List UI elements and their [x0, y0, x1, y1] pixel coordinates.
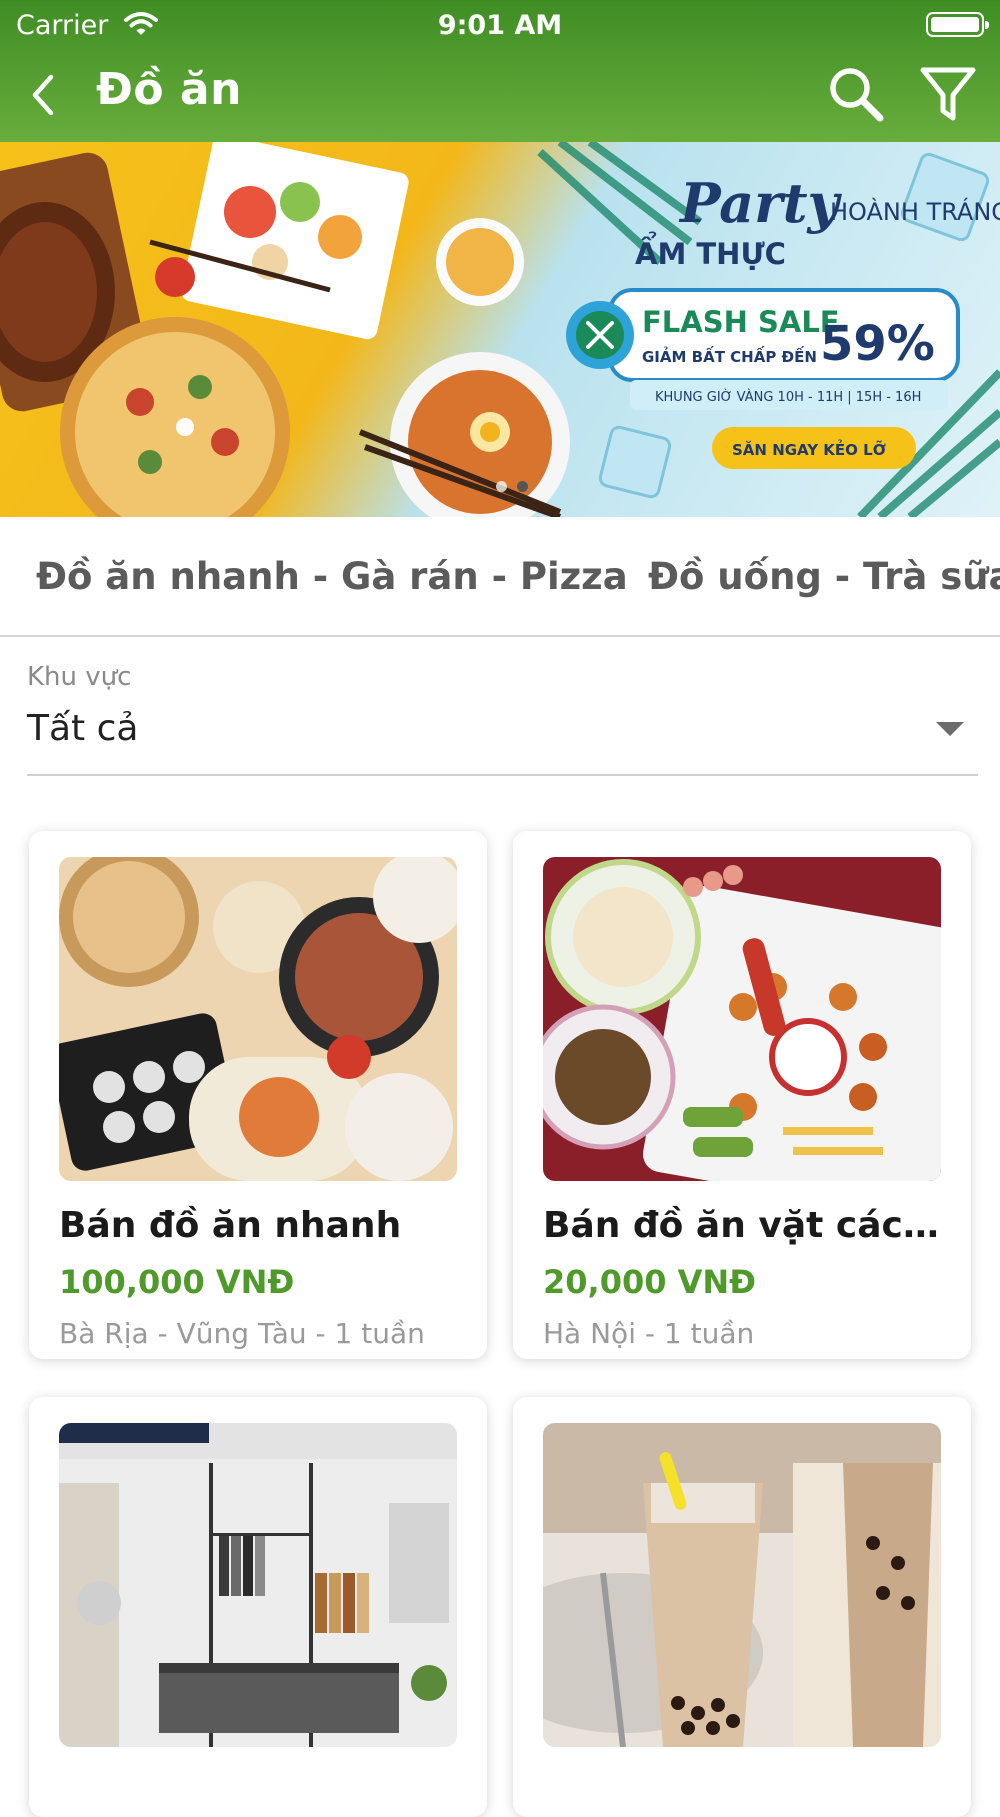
banner-flash-sale: FLASH SALE — [642, 305, 840, 339]
banner-dot[interactable] — [496, 481, 507, 492]
banner-cta: SĂN NGAY KẺO LỠ — [732, 438, 886, 459]
filter-button[interactable] — [912, 58, 984, 130]
promo-banner[interactable]: Party ẨM THỰC HOÀNH TRÁNG FLASH SALE GIẢ… — [0, 142, 1000, 517]
back-chevron-icon — [32, 74, 54, 116]
page-title: Đồ ăn — [96, 64, 242, 115]
product-name: Bán đồ ăn nhanh — [59, 1205, 402, 1246]
product-image — [59, 857, 457, 1181]
product-card[interactable] — [29, 1397, 487, 1817]
product-card[interactable] — [513, 1397, 971, 1817]
status-bar: Carrier 9:01 AM — [0, 0, 1000, 50]
search-button[interactable] — [820, 58, 892, 130]
product-image — [59, 1423, 457, 1747]
banner-page-indicator[interactable] — [496, 481, 528, 492]
region-select[interactable]: Khu vực Tất cả — [27, 660, 978, 776]
product-card[interactable]: Bán đồ ăn nhanh 100,000 VNĐ Bà Rịa - Vũn… — [29, 831, 487, 1359]
dropdown-caret-icon — [936, 722, 964, 736]
product-location-time: Bà Rịa - Vũng Tàu - 1 tuần — [59, 1317, 425, 1350]
product-location-time: Hà Nội - 1 tuần — [543, 1317, 755, 1350]
back-button[interactable] — [16, 60, 70, 130]
tab-drinks[interactable]: Đồ uống - Trà sữa — [648, 555, 1000, 598]
product-image — [543, 857, 941, 1181]
product-name: Bán đồ ăn vặt các loại — [543, 1205, 941, 1246]
search-icon — [830, 68, 884, 122]
banner-sale-subtitle: GIẢM BẤT CHẤP ĐẾN — [642, 345, 817, 366]
banner-headline-party: Party — [678, 171, 843, 235]
banner-dot-active[interactable] — [517, 481, 528, 492]
banner-headline-hoanh-trang: HOÀNH TRÁNG — [830, 197, 1000, 226]
product-price: 20,000 VNĐ — [543, 1263, 756, 1301]
battery-level — [931, 17, 979, 32]
status-time: 9:01 AM — [437, 10, 563, 41]
product-image — [543, 1423, 941, 1747]
banner-headline-am-thuc: ẨM THỰC — [635, 232, 786, 271]
navigation-bar: Đồ ăn — [0, 50, 1000, 142]
region-value: Tất cả — [27, 708, 139, 749]
app-header: Carrier 9:01 AM Đồ ăn — [0, 0, 1000, 142]
banner-sale-percent: 59% — [820, 316, 935, 372]
category-tabs: Đồ ăn nhanh - Gà rán - Pizza Đồ uống - T… — [0, 517, 1000, 637]
product-price: 100,000 VNĐ — [59, 1263, 295, 1301]
region-label: Khu vực — [27, 662, 132, 692]
battery-icon — [926, 12, 989, 37]
filter-icon — [920, 67, 976, 121]
banner-golden-hours: KHUNG GIỜ VÀNG 10H - 11H | 15H - 16H — [655, 389, 921, 405]
product-card[interactable]: Bán đồ ăn vặt các loại 20,000 VNĐ Hà Nội… — [513, 831, 971, 1359]
tab-fast-food[interactable]: Đồ ăn nhanh - Gà rán - Pizza — [36, 555, 628, 598]
